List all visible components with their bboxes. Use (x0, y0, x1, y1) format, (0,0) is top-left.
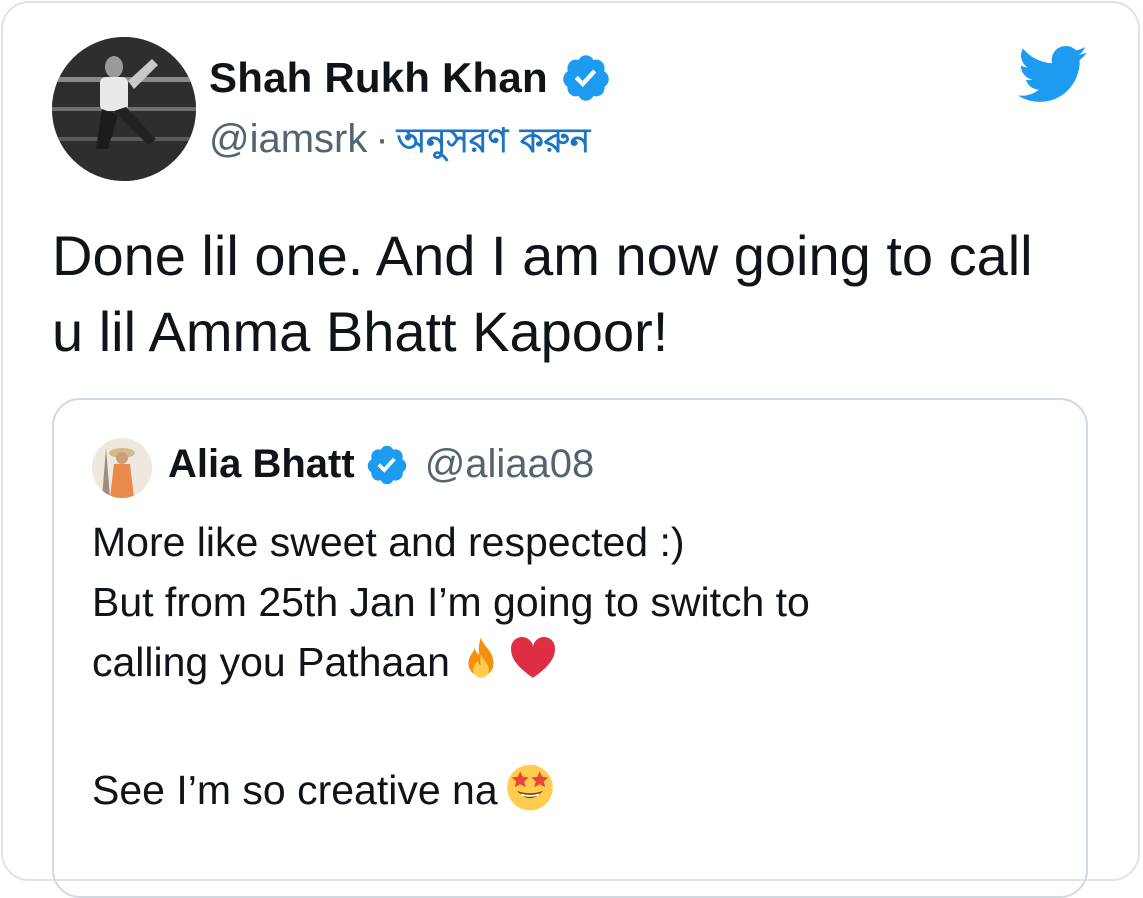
follow-link[interactable]: অনুসরণ করুন (397, 115, 590, 172)
star-struck-emoji (504, 760, 556, 828)
quoted-text-line-with-emoji: See I’m so creative na (92, 760, 1052, 828)
handle-separator: · (375, 117, 389, 161)
tweet-text-line: u lil Amma Bhatt Kapoor! (52, 300, 669, 363)
twitter-bird-icon[interactable] (1018, 45, 1088, 105)
tweet-text: Done lil one. And I am now going to call… (52, 218, 1102, 370)
quoted-text-line-with-emoji: calling you Pathaan (92, 632, 1052, 700)
quoted-author-handle[interactable]: @aliaa08 (425, 442, 595, 487)
quoted-text-line: See I’m so creative na (92, 767, 498, 813)
quoted-text-line: calling you Pathaan (92, 639, 450, 685)
quoted-text-blank-line (92, 700, 1052, 760)
quoted-tweet-text: More like sweet and respected :) But fro… (92, 512, 1052, 828)
verified-badge-icon (365, 443, 409, 487)
verified-badge-icon (560, 52, 612, 104)
quoted-text-line: More like sweet and respected :) (92, 519, 685, 565)
tweet-text-line: Done lil one. And I am now going to call (52, 224, 1033, 287)
fire-emoji (456, 634, 506, 700)
quoted-text-line: But from 25th Jan I’m going to switch to (92, 579, 810, 625)
author-name[interactable]: Shah Rukh Khan (209, 54, 548, 102)
quoted-tweet[interactable]: Alia Bhatt @aliaa08 More like sweet and … (52, 398, 1088, 898)
author-avatar[interactable] (52, 37, 196, 181)
quoted-author-avatar[interactable] (92, 438, 152, 498)
author-handle[interactable]: @iamsrk (209, 117, 367, 162)
red-heart-emoji (508, 634, 558, 700)
quoted-author-name[interactable]: Alia Bhatt (168, 442, 355, 487)
